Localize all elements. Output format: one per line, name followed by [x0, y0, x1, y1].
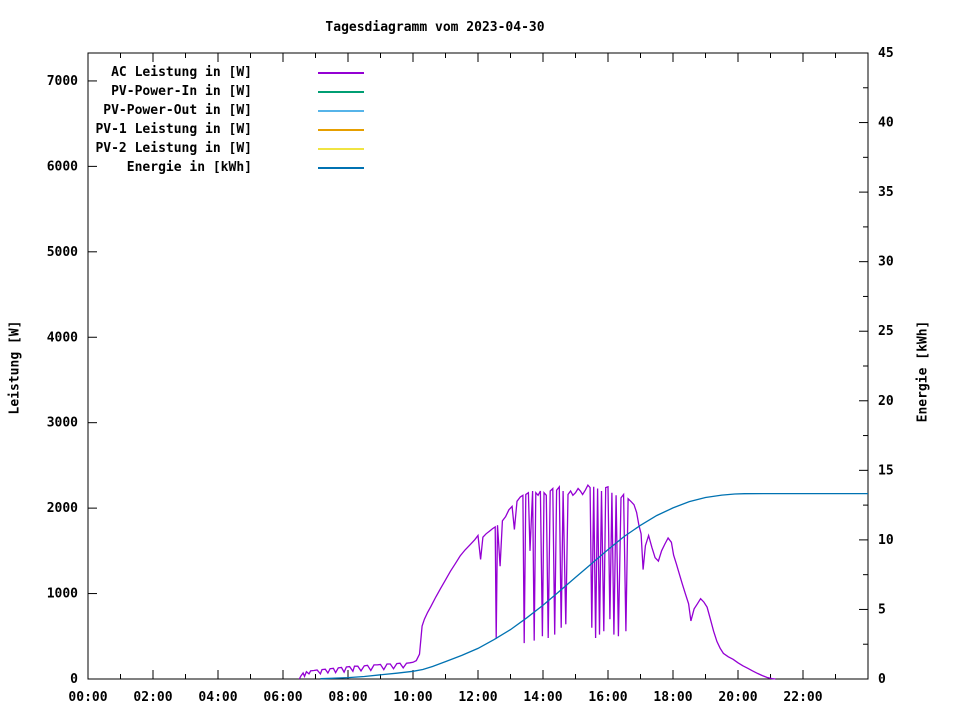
legend-label: PV-1 Leistung in [W]: [95, 122, 252, 137]
y-left-tick-label: 0: [70, 672, 78, 687]
x-axis-tick-label: 06:00: [263, 690, 302, 705]
x-axis-tick-label: 22:00: [783, 690, 822, 705]
legend-label: PV-Power-In in [W]: [111, 84, 252, 99]
chart-title: Tagesdiagramm vom 2023-04-30: [325, 20, 545, 35]
y-left-tick-label: 3000: [47, 416, 78, 431]
y-left-tick-label: 5000: [47, 245, 78, 260]
y-right-tick-label: 10: [878, 533, 894, 548]
legend-label: PV-Power-Out in [W]: [103, 103, 252, 118]
x-axis-tick-label: 00:00: [68, 690, 107, 705]
chart-legend: AC Leistung in [W] PV-Power-In in [W] PV-P…: [88, 63, 378, 177]
y-left-tick-label: 1000: [47, 587, 78, 602]
y-right-tick-label: 40: [878, 116, 894, 131]
y-axis-left-label: Leistung [W]: [7, 320, 23, 415]
series-line-ac-leistung-in-w: [298, 483, 776, 680]
legend-line-sample: [318, 166, 364, 169]
y-right-tick-label: 35: [878, 185, 894, 200]
legend-label: PV-2 Leistung in [W]: [95, 141, 252, 156]
legend-row: Energie in [kWh]: [88, 158, 378, 177]
x-axis-tick-label: 02:00: [133, 690, 172, 705]
y-left-tick-label: 2000: [47, 501, 78, 516]
y-axis-right-label: Energie [kWh]: [915, 320, 931, 423]
y-right-tick-label: 15: [878, 463, 894, 478]
y-right-tick-label: 25: [878, 324, 894, 339]
legend-row: AC Leistung in [W]: [88, 63, 378, 82]
legend-line-sample: [318, 128, 364, 131]
y-right-tick-label: 20: [878, 394, 894, 409]
legend-row: PV-Power-Out in [W]: [88, 101, 378, 120]
x-axis-tick-label: 08:00: [328, 690, 367, 705]
legend-line-sample: [318, 71, 364, 74]
legend-row: PV-Power-In in [W]: [88, 82, 378, 101]
y-right-tick-label: 30: [878, 255, 894, 270]
x-axis-tick-label: 20:00: [718, 690, 757, 705]
y-left-tick-label: 6000: [47, 159, 78, 174]
legend-label: AC Leistung in [W]: [111, 65, 252, 80]
x-axis-tick-label: 16:00: [588, 690, 627, 705]
y-right-tick-label: 5: [878, 602, 886, 617]
x-axis-tick-label: 10:00: [393, 690, 432, 705]
legend-line-sample: [318, 109, 364, 112]
chart-canvas: Tagesdiagramm vom 2023-04-30 Leistung [W…: [0, 0, 960, 720]
y-left-tick-label: 4000: [47, 330, 78, 345]
legend-label: Energie in [kWh]: [126, 160, 252, 175]
y-right-tick-label: 45: [878, 46, 894, 61]
x-axis-tick-label: 14:00: [523, 690, 562, 705]
x-axis-tick-label: 12:00: [458, 690, 497, 705]
legend-line-sample: [318, 147, 364, 150]
x-axis-tick-label: 04:00: [198, 690, 237, 705]
legend-row: PV-2 Leistung in [W]: [88, 139, 378, 158]
x-axis-tick-label: 18:00: [653, 690, 692, 705]
y-left-tick-label: 7000: [47, 74, 78, 89]
legend-row: PV-1 Leistung in [W]: [88, 120, 378, 139]
y-right-tick-label: 0: [878, 672, 886, 687]
legend-line-sample: [318, 90, 364, 93]
